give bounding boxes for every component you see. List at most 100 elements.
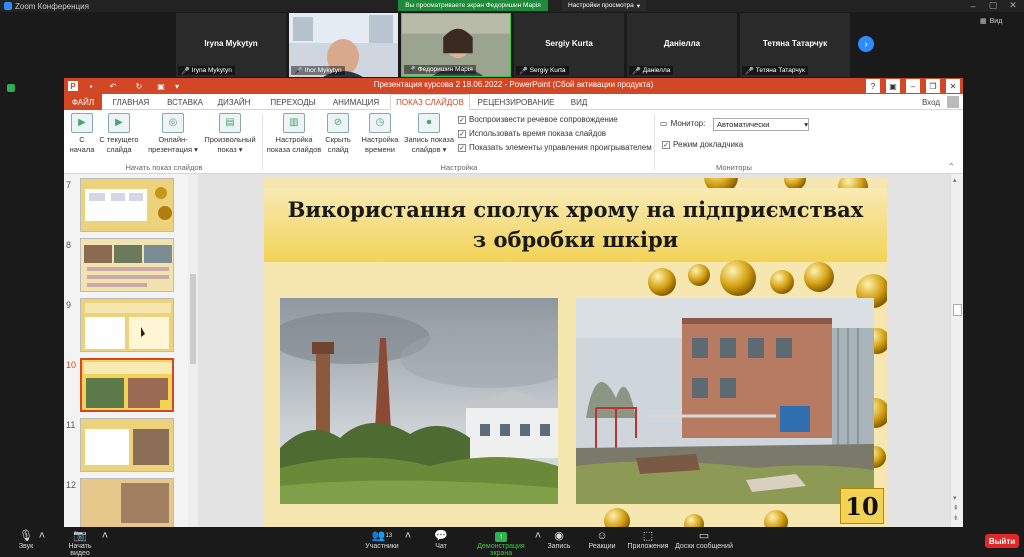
toolbar-label: Запись [547,543,571,550]
tab-animations[interactable]: АНИМАЦИЯ [328,94,384,110]
use-timings-checkbox[interactable]: ✓ Использовать время показа слайдов [458,129,606,138]
slideshow-current-icon: ▶ [108,113,130,133]
scroll-down-icon[interactable]: ▾ [953,494,957,502]
factory-chimney-illustration [280,298,558,504]
toolbar-label: Участники [365,543,399,550]
powerpoint-title-bar: P ▪ ↶ ↻ ▣ ▾ Презентация курсова 2 18.06.… [64,78,963,94]
next-slide-icon[interactable]: ⇟ [953,514,959,522]
slide-thumbnail-selected[interactable] [80,358,174,412]
tab-review[interactable]: РЕЦЕНЗИРОВАНИЕ [476,94,556,110]
hide-slide-button[interactable]: ⊘ Скрыть слайд [322,113,354,155]
leave-meeting-button[interactable]: Выйти [985,534,1019,548]
minimize-icon[interactable]: – [966,0,980,11]
whiteboards-button[interactable]: ▭ Доски сообщений [672,530,736,550]
participant-tile[interactable]: Тетяна Татарчук 🎤 Тетяна Татарчук [740,13,850,77]
tab-view[interactable]: ВИД [566,94,592,110]
tab-insert[interactable]: ВСТАВКА [162,94,208,110]
collapse-ribbon-icon[interactable]: ⌃ [948,162,955,171]
slide-thumbnail-preview [81,239,173,291]
tab-slide-show[interactable]: ПОКАЗ СЛАЙДОВ [390,94,470,110]
slide-thumbnail[interactable] [80,298,174,352]
tannery-building-photo[interactable] [576,298,874,504]
participant-label-text: Федоришин Марія [417,66,473,73]
record-button[interactable]: ◉ Запись [546,530,572,550]
audio-options-button[interactable]: ˄ [38,530,46,543]
powerpoint-window: P ▪ ↶ ↻ ▣ ▾ Презентация курсова 2 18.06.… [64,78,963,527]
tab-transitions[interactable]: ПЕРЕХОДЫ [266,94,320,110]
setup-slide-show-button[interactable]: ▥ Настройка показа слайдов [264,113,324,155]
from-beginning-button[interactable]: ▶ С начала [68,113,96,155]
participant-tile-video[interactable]: 🎤 Ihor Mykytyn [289,13,398,77]
encryption-shield-icon[interactable] [7,84,15,92]
powerpoint-window-title: Презентация курсова 2 18.06.2022 - Power… [373,80,654,89]
sign-in-link[interactable]: Вход [919,94,943,110]
previous-slide-icon[interactable]: ⇞ [953,504,959,512]
apps-icon: ⬚ [642,530,654,542]
ribbon-tabs: ФАЙЛ ГЛАВНАЯ ВСТАВКА ДИЗАЙН ПЕРЕХОДЫ АНИ… [64,94,963,110]
thumbnails-scrollbar[interactable] [188,174,198,527]
share-options-button[interactable]: ˄ [534,530,542,543]
view-button[interactable]: ▦ Вид [980,17,1002,26]
monitor-select[interactable]: Автоматически ▾ [713,118,809,131]
current-slide[interactable]: Використання сполук хрому на підприємств… [264,178,887,527]
presenter-view-checkbox[interactable]: ✓ Режим докладчика [662,140,743,149]
custom-show-button[interactable]: ▤ Произвольный показ ▾ [200,113,260,155]
show-media-controls-checkbox[interactable]: ✓ Показать элементы управления проигрыват… [458,143,652,152]
decorative-bubble [770,270,794,294]
muted-mic-icon: 🎤 [632,67,641,75]
participant-tile[interactable]: Даніелла 🎤 Даніелла [627,13,737,77]
audio-button[interactable]: 🎙 Звук [14,530,38,550]
slide-thumbnail[interactable] [80,418,174,472]
rehearse-timings-button[interactable]: ◷ Настройка времени [358,113,402,155]
video-options-button[interactable]: ˄ [101,530,109,543]
minimize-icon[interactable]: – [906,79,920,93]
from-current-slide-button[interactable]: ▶ С текущего слайда [96,113,142,155]
slide-thumbnail[interactable] [80,478,174,527]
reactions-button[interactable]: ☺ Реакции [588,530,616,550]
tab-file[interactable]: ФАЙЛ [64,94,102,110]
toolbar-label: Звук [18,543,34,550]
monitor-label-text: Монитор: [670,119,706,128]
chevron-up-icon: ˄ [404,530,412,542]
scrollbar-thumb[interactable] [190,274,196,364]
button-label: Произвольный [204,135,256,144]
participants-button[interactable]: 👥13 Участники [364,530,400,550]
hide-slide-icon: ⊘ [327,113,349,133]
checkbox-label: Режим докладчика [673,140,744,149]
start-video-button[interactable]: 📷 Начать видео [58,530,102,557]
checkbox-label: Использовать время показа слайдов [469,129,607,138]
decorative-bubble [764,510,788,527]
scroll-up-icon[interactable]: ▴ [953,176,957,184]
participant-tile-video-active[interactable]: 🎤 Федоришин Марія [401,13,511,77]
restore-icon[interactable]: ❐ [926,79,940,93]
tab-design[interactable]: ДИЗАЙН [214,94,254,110]
participant-tile[interactable]: Sergiy Kurta 🎤 Sergiy Kurta [514,13,624,77]
slide-thumbnail[interactable] [80,238,174,292]
play-narrations-checkbox[interactable]: ✓ Воспроизвести речевое сопровождение [458,115,618,124]
apps-button[interactable]: ⬚ Приложения [626,530,670,550]
help-icon[interactable]: ? [866,79,880,93]
scrollbar-thumb[interactable] [953,304,962,316]
online-presentation-button[interactable]: ◎ Онлайн- презентация ▾ [144,113,202,155]
close-window-icon[interactable]: ✕ [1006,0,1020,11]
thumbnail-number: 8 [66,240,72,250]
participants-options-button[interactable]: ˄ [404,530,412,543]
chat-button[interactable]: 💬 Чат [430,530,452,550]
button-label: показа слайдов [266,145,322,154]
record-slide-show-button[interactable]: ⏺ Запись показа слайдов ▾ [400,113,458,155]
account-avatar[interactable] [946,94,960,110]
ribbon-display-options-icon[interactable]: ▣ [886,79,900,93]
slide-thumbnail[interactable] [80,178,174,232]
view-options-button[interactable]: Настройки просмотра ▾ [562,0,646,11]
video-off-icon: 📷 [73,530,87,542]
next-page-arrow-icon[interactable]: › [858,36,874,52]
share-screen-button[interactable]: ↑ Демонстрация экрана [466,530,536,557]
slide-vertical-scrollbar[interactable]: ▴ ▾ ⇞ ⇟ [950,174,963,527]
tab-home[interactable]: ГЛАВНАЯ [108,94,154,110]
participant-label: 🎤 Даніелла [629,66,674,75]
participant-tile[interactable]: Iryna Mykytyn 🎤 Iryna Mykytyn [176,13,286,77]
close-icon[interactable]: ✕ [946,79,960,93]
factory-chimney-photo[interactable] [280,298,558,504]
zoom-logo-icon [4,2,12,10]
maximize-icon[interactable]: ▢ [986,0,1000,11]
